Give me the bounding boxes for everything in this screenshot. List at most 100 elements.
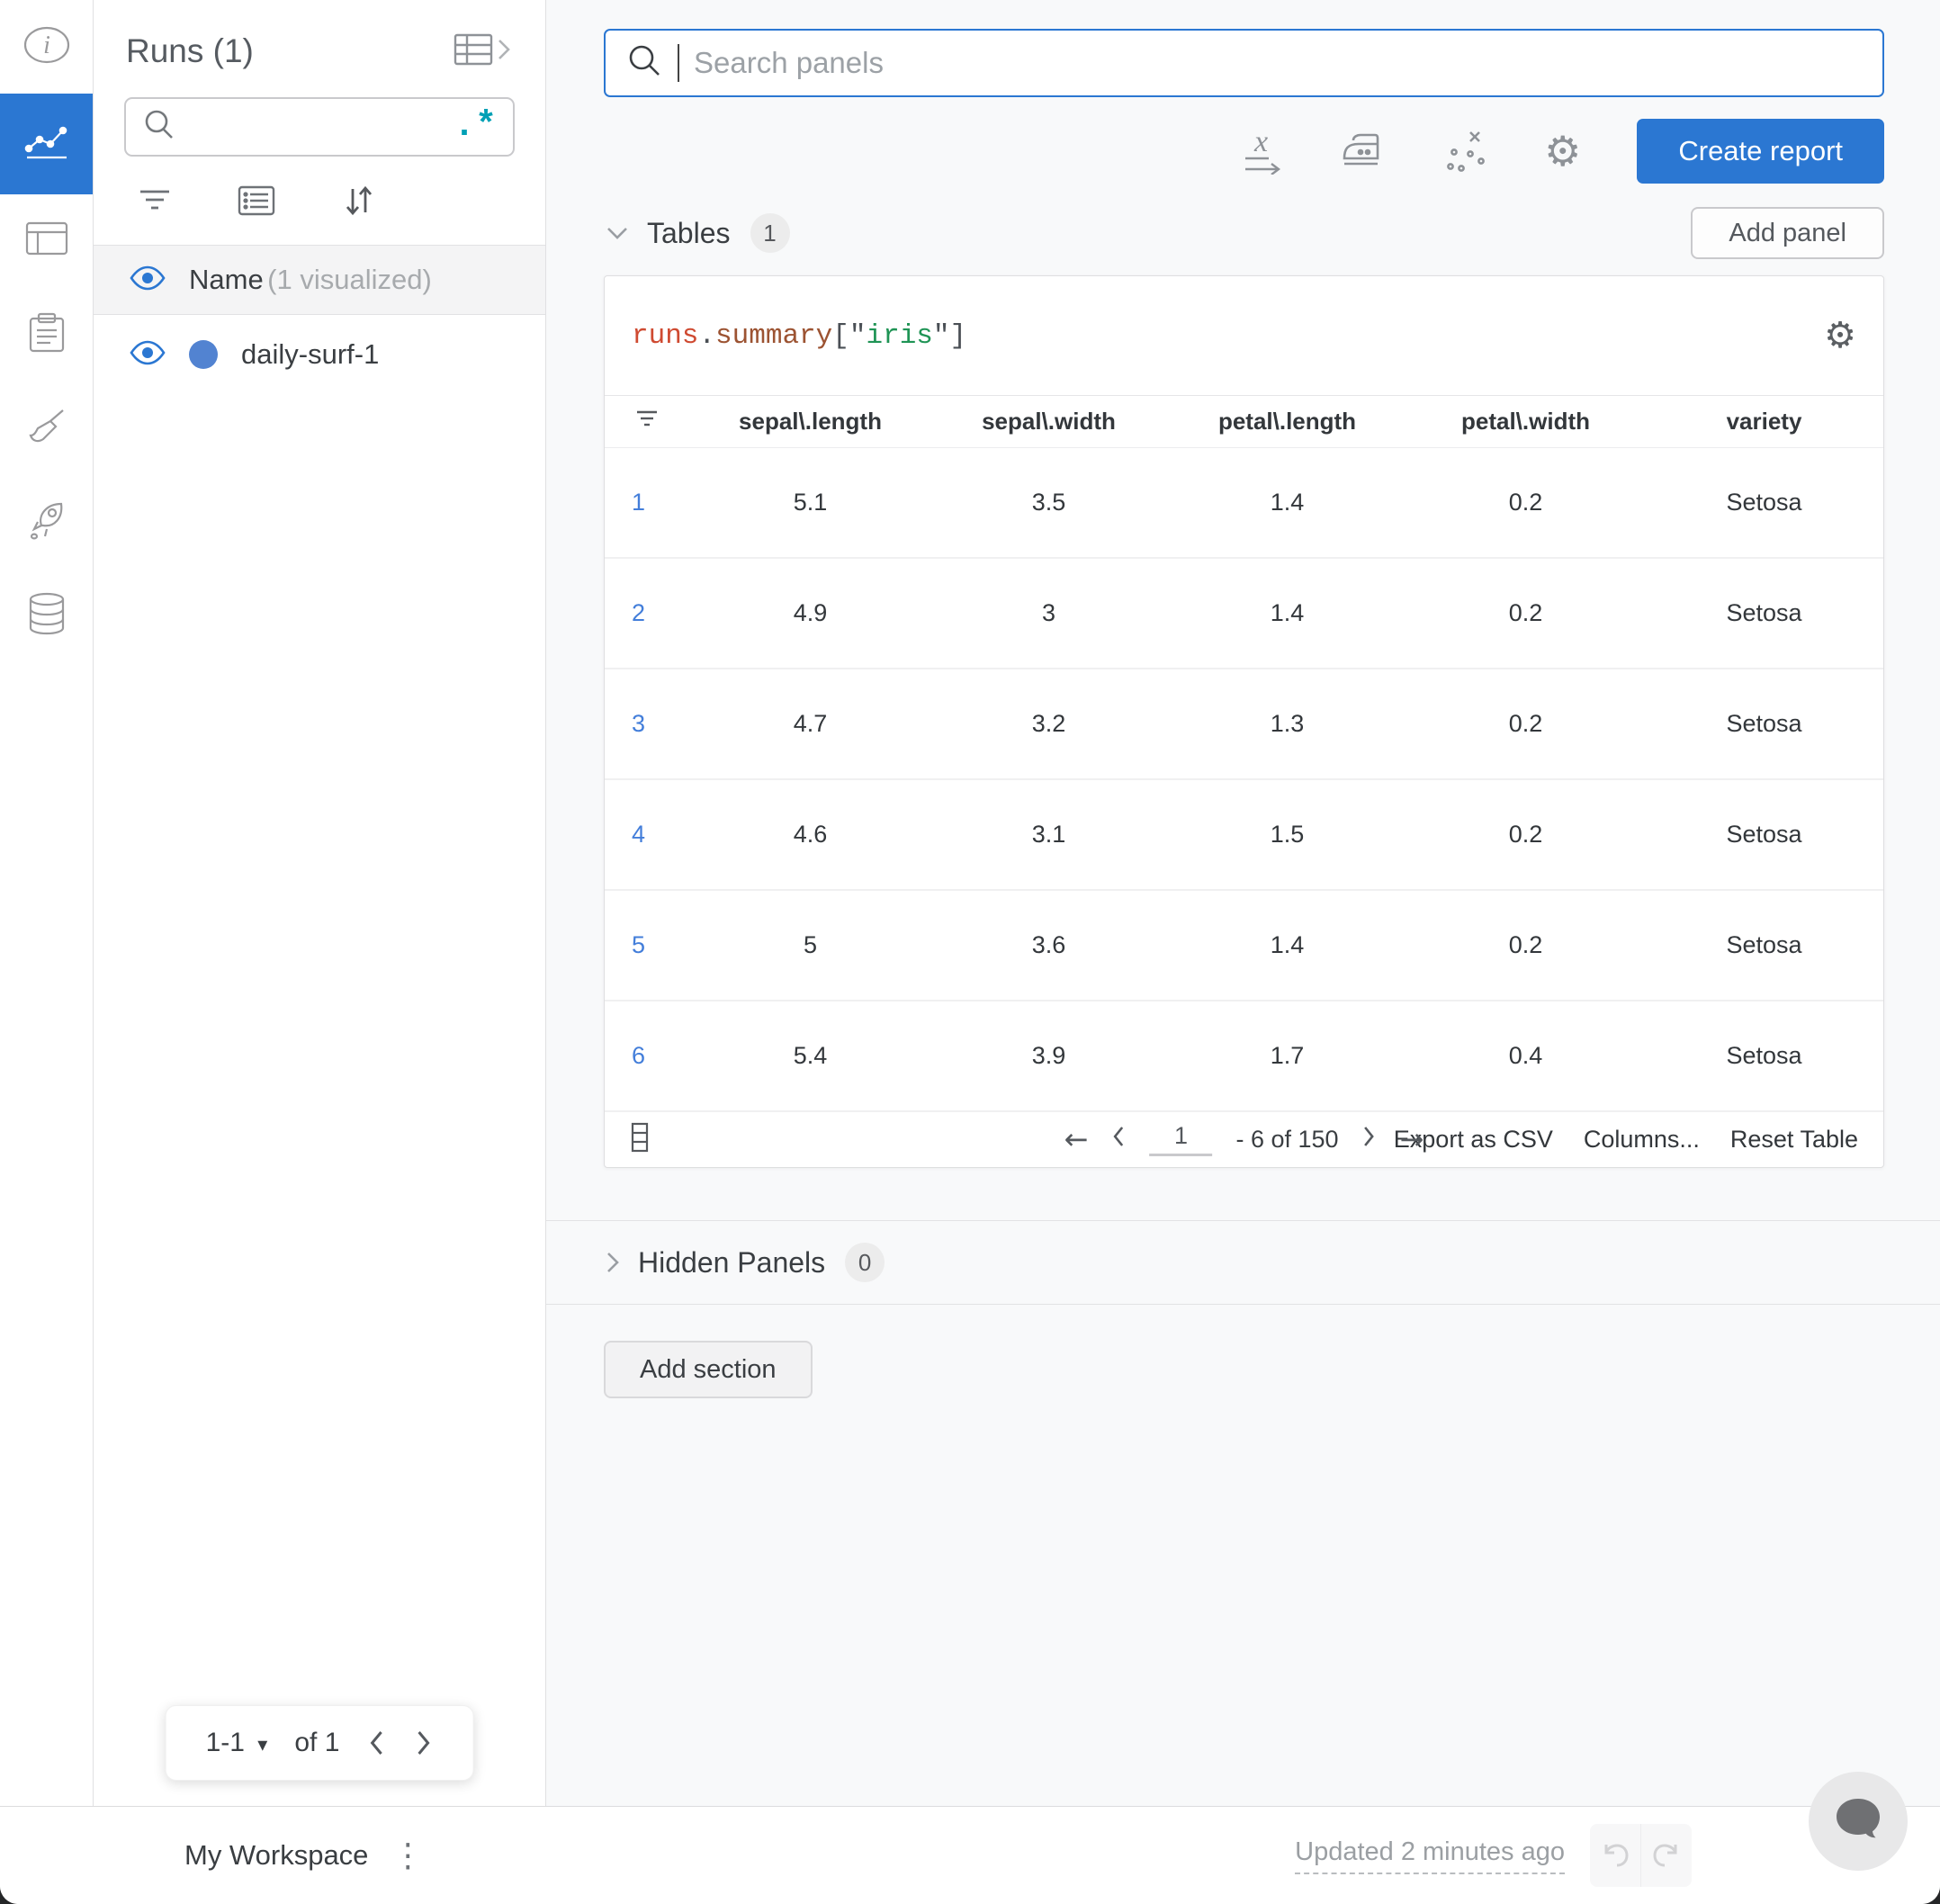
x-axis-settings-icon[interactable]: x — [1242, 128, 1285, 175]
help-chat-button[interactable] — [1809, 1772, 1908, 1871]
panel-title: runs.summary["iris"] — [632, 319, 967, 352]
row-index-link[interactable]: 3 — [605, 710, 691, 738]
table-filter-icon[interactable] — [605, 409, 691, 435]
column-header[interactable]: variety — [1645, 408, 1883, 436]
create-report-button[interactable]: Create report — [1637, 119, 1884, 184]
row-index-link[interactable]: 2 — [605, 599, 691, 627]
rail-item-panels[interactable] — [0, 194, 93, 288]
rail-item-sweeps[interactable] — [0, 382, 93, 475]
tables-section-header[interactable]: Tables 1 Add panel — [604, 207, 1884, 259]
workspace-title: My Workspace — [184, 1839, 369, 1871]
clipboard-icon — [27, 311, 67, 359]
runs-pagination: 1-1 ▾ of 1 — [165, 1705, 474, 1781]
main-row: i Runs (1) .* Name (1 visualized) daily-… — [0, 0, 1940, 1806]
rail-item-overview[interactable]: i — [0, 0, 93, 94]
chevron-right-icon — [604, 1249, 622, 1276]
page-range-label: - 6 of 150 — [1235, 1125, 1339, 1153]
table-footer: ← 1 - 6 of 150 → Export as CSV Columns..… — [605, 1112, 1883, 1167]
group-list-icon[interactable] — [238, 185, 275, 216]
smoothing-iron-icon[interactable] — [1341, 133, 1388, 169]
hidden-panels-label: Hidden Panels — [638, 1245, 826, 1279]
wandb-workspace-window: i Runs (1) .* Name (1 visualized) daily-… — [0, 0, 1940, 1904]
iris-table-panel: runs.summary["iris"] ⚙ sepal\.length sep… — [604, 275, 1884, 1168]
run-name: daily-surf-1 — [241, 338, 380, 370]
svg-text:i: i — [43, 31, 50, 59]
redo-button[interactable] — [1641, 1824, 1692, 1887]
eye-icon[interactable] — [130, 265, 166, 295]
tables-count-badge: 1 — [750, 213, 790, 253]
hidden-panels-count-badge: 0 — [845, 1243, 885, 1282]
runs-table-expand-button[interactable] — [454, 33, 513, 70]
search-icon — [625, 42, 663, 85]
filter-icon[interactable] — [137, 186, 173, 215]
chevron-down-icon — [604, 224, 631, 242]
table-row: 5 5 3.6 1.4 0.2 Setosa — [605, 891, 1883, 1001]
updated-timestamp: Updated 2 minutes ago — [1295, 1837, 1565, 1874]
broom-icon — [25, 407, 68, 451]
prev-page-button[interactable] — [366, 1729, 386, 1757]
chevron-right-icon — [495, 36, 513, 67]
search-icon — [142, 108, 176, 147]
column-header[interactable]: petal\.width — [1406, 408, 1645, 436]
bottom-bar: My Workspace ⋮ Updated 2 minutes ago — [0, 1806, 1940, 1904]
next-page-chevron[interactable] — [1362, 1125, 1377, 1154]
row-index-link[interactable]: 4 — [605, 821, 691, 849]
table-row: 4 4.6 3.1 1.5 0.2 Setosa — [605, 780, 1883, 891]
svg-text:x: x — [1253, 128, 1268, 158]
text-cursor — [678, 44, 679, 82]
outliers-scatter-icon[interactable] — [1443, 129, 1488, 174]
rail-item-artifacts[interactable] — [0, 569, 93, 662]
table-header-row: sepal\.length sepal\.width petal\.length… — [605, 396, 1883, 449]
chat-bubble-icon — [1832, 1795, 1884, 1848]
undo-redo-group — [1590, 1824, 1692, 1887]
line-chart-icon — [23, 121, 70, 167]
column-header[interactable]: sepal\.length — [691, 408, 930, 436]
last-page-arrow[interactable]: → — [1400, 1122, 1424, 1156]
next-page-button[interactable] — [413, 1729, 433, 1757]
table-row: 2 4.9 3 1.4 0.2 Setosa — [605, 559, 1883, 670]
info-icon: i — [23, 25, 70, 69]
workspace-content: Search panels x ⚙ Create report Tables 1… — [546, 0, 1940, 1806]
hidden-panels-section-header[interactable]: Hidden Panels 0 — [546, 1220, 1940, 1305]
table-row: 6 5.4 3.9 1.7 0.4 Setosa — [605, 1001, 1883, 1112]
eye-icon[interactable] — [130, 340, 166, 370]
sort-icon[interactable] — [340, 184, 376, 218]
visualized-count-label: (1 visualized) — [267, 264, 432, 295]
runs-list-header: Name (1 visualized) — [94, 245, 545, 315]
row-index-link[interactable]: 6 — [605, 1042, 691, 1070]
search-panels-placeholder: Search panels — [694, 46, 884, 79]
runs-count-title: Runs (1) — [126, 32, 254, 69]
run-color-dot — [189, 340, 218, 369]
runs-table-icon — [454, 33, 493, 70]
rail-item-launch[interactable] — [0, 475, 93, 569]
row-index-link[interactable]: 5 — [605, 931, 691, 959]
first-page-arrow[interactable]: ← — [1064, 1122, 1089, 1156]
row-height-icon[interactable] — [630, 1122, 650, 1157]
regex-toggle[interactable]: .* — [454, 109, 497, 145]
rocket-icon — [25, 498, 68, 546]
runs-sidebar: Runs (1) .* Name (1 visualized) daily-su… — [94, 0, 546, 1806]
column-header[interactable]: sepal\.width — [930, 408, 1168, 436]
workspace-settings-gear-icon[interactable]: ⚙ — [1544, 130, 1581, 172]
search-panels-input[interactable]: Search panels — [604, 29, 1884, 97]
workspace-menu-kebab-icon[interactable]: ⋮ — [391, 1837, 424, 1874]
columns-button[interactable]: Columns... — [1584, 1126, 1700, 1154]
table-row: 3 4.7 3.2 1.3 0.2 Setosa — [605, 669, 1883, 781]
page-total-label: of 1 — [294, 1728, 340, 1757]
undo-button[interactable] — [1590, 1824, 1641, 1887]
prev-page-chevron[interactable] — [1111, 1125, 1126, 1154]
rail-item-charts[interactable] — [0, 94, 93, 194]
reset-table-button[interactable]: Reset Table — [1730, 1126, 1858, 1154]
rail-item-notes[interactable] — [0, 288, 93, 382]
add-panel-button[interactable]: Add panel — [1691, 207, 1884, 259]
database-icon — [27, 592, 67, 640]
page-range-dropdown[interactable]: 1-1 ▾ — [206, 1728, 268, 1758]
left-icon-rail: i — [0, 0, 94, 1806]
runs-search-input[interactable]: .* — [124, 97, 515, 157]
column-header[interactable]: petal\.length — [1168, 408, 1406, 436]
page-number-input[interactable]: 1 — [1149, 1122, 1213, 1157]
row-index-link[interactable]: 1 — [605, 489, 691, 516]
add-section-button[interactable]: Add section — [604, 1341, 813, 1398]
panel-settings-gear-icon[interactable]: ⚙ — [1824, 315, 1856, 356]
run-row-daily-surf-1[interactable]: daily-surf-1 — [94, 315, 545, 394]
